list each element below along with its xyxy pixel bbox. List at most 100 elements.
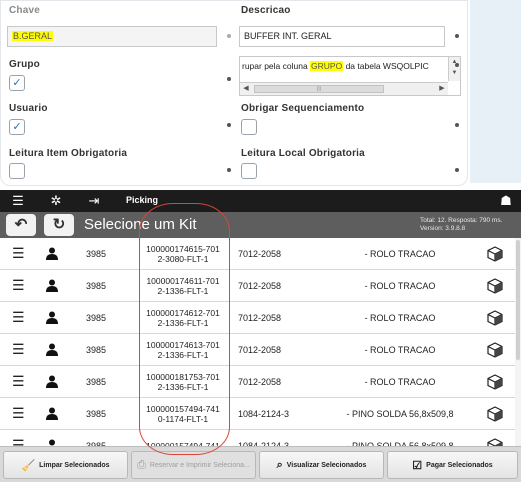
table-row[interactable]: ☰ 3985 100000174613-701 2-1336-FLT-1 7012-20… xyxy=(0,334,515,366)
status-version: Version: 3.9.8.8 xyxy=(420,225,466,232)
list-icon[interactable]: ☰ xyxy=(12,238,28,269)
back-icon[interactable]: ↶ xyxy=(6,214,36,236)
user-icon xyxy=(46,334,62,365)
part-number: 7012-2058 xyxy=(238,280,282,291)
box-3d-icon[interactable] xyxy=(486,430,504,446)
limpar-selecionados-button[interactable]: 🧹 Limpar Selecionados xyxy=(3,451,128,479)
kit-code-line1: 100000174611-701 xyxy=(146,275,220,286)
table-row[interactable]: ☰ 3985 100000174611-701 2-1336-FLT-1 7012-20… xyxy=(0,270,515,302)
list-icon[interactable]: ☰ xyxy=(12,430,28,446)
scroll-thumb[interactable]: ||| xyxy=(254,85,384,93)
kit-code-line2: 2-1336-FLT-1 xyxy=(157,317,209,328)
scroll-down-icon[interactable]: ▼ xyxy=(449,68,460,79)
leitura-local-checkbox[interactable] xyxy=(241,163,257,179)
usuario-indicator-dot xyxy=(227,123,231,127)
listbox-vertical-scrollbar[interactable]: ▲ ▼ xyxy=(448,57,460,81)
part-description: - ROLO TRACAO xyxy=(364,344,436,355)
background-strip xyxy=(470,0,521,183)
picking-app: ☰ ✲ ⇥ Picking ☗ ↶ ↻ Selecione um Kit Tot… xyxy=(0,190,521,482)
config-form-panel: Chave B.GERAL Descricao BUFFER INT. GERA… xyxy=(0,0,468,186)
page-title: Selecione um Kit xyxy=(84,216,197,233)
user-menu-icon[interactable]: ☗ xyxy=(498,193,514,209)
part-description: - PINO SOLDA 56,8x509,8 xyxy=(346,408,454,419)
row-number: 3985 xyxy=(85,248,107,259)
kit-code: 100000174613-701 2-1336-FLT-1 xyxy=(138,334,228,365)
kit-code-line1: 100000174613-701 xyxy=(146,339,220,350)
table-row[interactable]: ☰ 3985 100000174615-701 2-3080-FLT-1 7012-20… xyxy=(0,238,515,270)
kit-code: 100000157494-741 xyxy=(138,430,228,447)
obrigar-sequenciamento-label: Obrigar Sequenciamento xyxy=(241,103,365,114)
row-number: 3985 xyxy=(85,376,107,387)
kit-list-scrollbar[interactable] xyxy=(515,238,521,446)
descricao-field[interactable]: BUFFER INT. GERAL xyxy=(239,26,445,47)
part-number: 1084-2124-3 xyxy=(238,440,290,447)
reservar-imprimir-button[interactable]: ⎙ Reservar e Imprimir Seleciona... xyxy=(131,451,256,479)
list-icon[interactable]: ☰ xyxy=(12,398,28,429)
row-number: 3985 xyxy=(85,344,107,355)
box-3d-icon[interactable] xyxy=(486,302,504,333)
part-description: - ROLO TRACAO xyxy=(364,280,436,291)
box-3d-icon[interactable] xyxy=(486,238,504,269)
user-icon xyxy=(46,398,62,429)
kit-code-line2: 2-3080-FLT-1 xyxy=(157,253,209,264)
kit-code: 100000181753-701 2-1336-FLT-1 xyxy=(138,366,228,397)
kit-code-line2: 0-1174-FLT-1 xyxy=(157,413,209,424)
obrigar-sequenciamento-checkbox[interactable] xyxy=(241,119,257,135)
search-icon: ⌕ xyxy=(276,458,283,471)
chave-indicator-dot xyxy=(227,34,231,38)
leitura-item-checkbox[interactable] xyxy=(9,163,25,179)
status-info: Total: 12. Resposta: 790 ms. Version: 3.… xyxy=(420,217,502,233)
box-3d-icon[interactable] xyxy=(486,366,504,397)
user-icon xyxy=(46,366,62,397)
table-row[interactable]: ☰ 3985 100000157494-741 1084-2124-3 - PINO S… xyxy=(0,430,515,446)
checkbox-icon: ☑ xyxy=(412,459,423,472)
kit-list: ☰ 3985 100000174615-701 2-3080-FLT-1 7012-20… xyxy=(0,238,521,446)
box-3d-icon[interactable] xyxy=(486,398,504,429)
logout-icon[interactable]: ⇥ xyxy=(86,193,102,209)
printer-icon: ⎙ xyxy=(137,458,146,471)
pagar-label: Pagar Selecionados xyxy=(426,461,493,469)
table-row[interactable]: ☰ 3985 100000181753-701 2-1336-FLT-1 7012-20… xyxy=(0,366,515,398)
kit-code: 100000157494-741 0-1174-FLT-1 xyxy=(138,398,228,429)
leitura-local-indicator-dot xyxy=(455,168,459,172)
kit-code: 100000174615-701 2-3080-FLT-1 xyxy=(138,238,228,269)
part-description: - PINO SOLDA 56,8x509,8 xyxy=(346,440,454,447)
kit-code-line1: 100000157494-741 xyxy=(146,403,220,414)
usuario-label: Usuario xyxy=(9,103,48,114)
kit-code-line2: 2-1336-FLT-1 xyxy=(157,381,209,392)
reservar-label: Reservar e Imprimir Seleciona... xyxy=(149,461,250,469)
list-icon[interactable]: ☰ xyxy=(12,302,28,333)
listbox-indicator-dot xyxy=(455,63,459,67)
chave-value: B.GERAL xyxy=(12,31,54,41)
scroll-left-icon[interactable]: ◀ xyxy=(240,83,252,95)
list-icon[interactable]: ☰ xyxy=(12,334,28,365)
listbox-horizontal-scrollbar[interactable]: ◀ ||| ▶ xyxy=(240,82,448,95)
table-row[interactable]: ☰ 3985 100000157494-741 0-1174-FLT-1 1084-21… xyxy=(0,398,515,430)
part-number: 7012-2058 xyxy=(238,344,282,355)
scroll-right-icon[interactable]: ▶ xyxy=(436,83,448,95)
list-icon[interactable]: ☰ xyxy=(12,270,28,301)
kit-code: 100000174611-701 2-1336-FLT-1 xyxy=(138,270,228,301)
scroll-thumb[interactable] xyxy=(516,240,520,360)
gear-icon[interactable]: ✲ xyxy=(48,193,64,209)
chave-field[interactable]: B.GERAL xyxy=(7,26,217,47)
broom-icon: 🧹 xyxy=(21,459,36,472)
refresh-icon[interactable]: ↻ xyxy=(44,214,74,236)
kit-code-line1: 100000181753-701 xyxy=(146,371,220,382)
box-3d-icon[interactable] xyxy=(486,334,504,365)
kit-code-line1: 100000174615-701 xyxy=(146,243,220,254)
row-number: 3985 xyxy=(85,440,107,447)
user-icon xyxy=(46,430,62,446)
box-3d-icon[interactable] xyxy=(486,270,504,301)
bottom-action-bar: 🧹 Limpar Selecionados ⎙ Reservar e Imprimi… xyxy=(0,446,521,482)
visualizar-selecionados-button[interactable]: ⌕ Visualizar Selecionados xyxy=(259,451,384,479)
usuario-checkbox[interactable]: ✓ xyxy=(9,119,25,135)
list-icon[interactable]: ☰ xyxy=(12,366,28,397)
pagar-selecionados-button[interactable]: ☑ Pagar Selecionados xyxy=(387,451,518,479)
table-row[interactable]: ☰ 3985 100000174612-701 2-1336-FLT-1 7012-20… xyxy=(0,302,515,334)
menu-icon[interactable]: ☰ xyxy=(10,193,26,209)
grupo-checkbox[interactable]: ✓ xyxy=(9,75,25,91)
limpar-label: Limpar Selecionados xyxy=(39,461,110,469)
row-number: 3985 xyxy=(85,408,107,419)
grupo-listbox[interactable]: rupar pela coluna GRUPO da tabela WSQOLP… xyxy=(239,56,461,96)
